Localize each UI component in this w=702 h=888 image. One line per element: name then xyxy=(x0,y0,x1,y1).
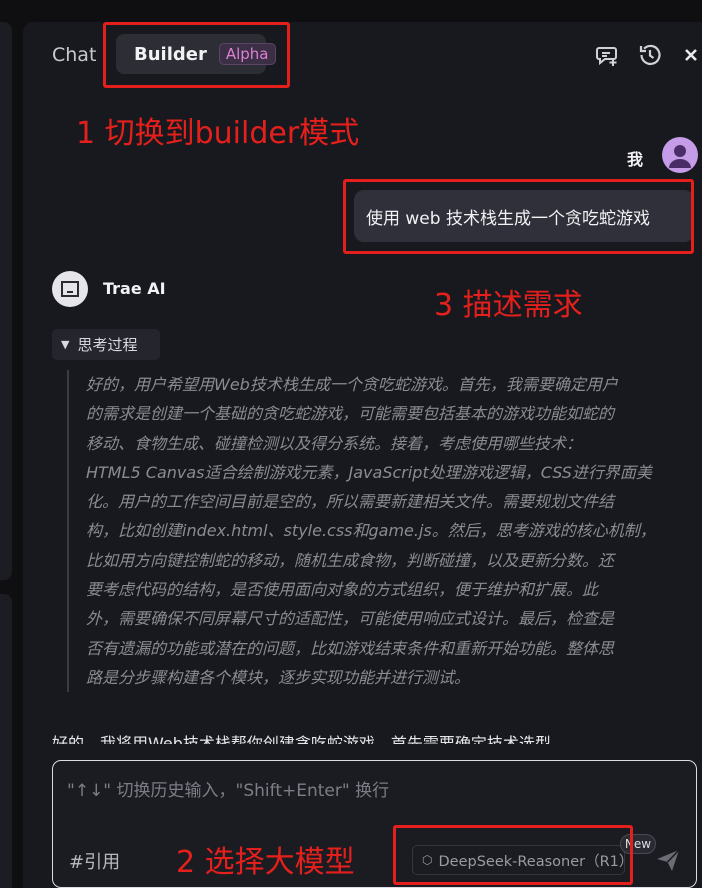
chevron-down-icon: ▼ xyxy=(61,338,70,351)
chat-input-placeholder[interactable]: "↑↓" 切换历史输入，"Shift+Enter" 换行 xyxy=(67,776,389,801)
history-icon[interactable] xyxy=(637,42,663,68)
annotation-box-request xyxy=(343,179,694,254)
thinking-label: 思考过程 xyxy=(77,336,138,354)
annotation-step3: 3 描述需求 xyxy=(434,288,583,323)
thinking-line: 化。用户的工作空间目前是空的，所以需要新建相关文件。需要规划文件结 xyxy=(86,492,615,512)
thinking-line: 否有遗漏的功能或潜在的问题，比如游戏结束条件和重新开始功能。整体思 xyxy=(86,638,615,658)
annotation-step2: 2 选择大模型 xyxy=(176,845,355,880)
user-name: 我 xyxy=(627,150,644,169)
thinking-toggle[interactable]: ▼ 思考过程 xyxy=(52,329,160,360)
close-icon[interactable] xyxy=(678,42,702,68)
thinking-content: 好的，用户希望用Web技术栈生成一个贪吃蛇游戏。首先，我需要确定用户 的需求是创… xyxy=(67,370,685,693)
thinking-line: 移动、食物生成、碰撞检测以及得分系统。接着，考虑使用哪些技术： xyxy=(86,433,583,453)
new-chat-icon[interactable] xyxy=(594,42,620,68)
thinking-line: 要考虑代码的结构，是否使用面向对象的方式组织，便于维护和扩展。此 xyxy=(86,580,599,600)
chat-panel: Chat Builder Alpha 1 切换到builder模式 我 使用 w… xyxy=(23,22,702,888)
annotation-box-model xyxy=(393,825,633,885)
tab-chat[interactable]: Chat xyxy=(52,44,96,66)
thinking-line: HTML5 Canvas适合绘制游戏元素，JavaScript处理游戏逻辑，CS… xyxy=(86,462,652,482)
thinking-line: 的需求是创建一个基础的贪吃蛇游戏，可能需要包括基本的游戏功能如蛇的 xyxy=(86,404,615,424)
reference-button[interactable]: #引用 xyxy=(69,848,120,874)
left-panel-edge xyxy=(0,22,12,580)
thinking-line: 路是分步骤构建各个模块，逐步实现功能并进行测试。 xyxy=(86,667,471,687)
ai-avatar xyxy=(52,271,88,307)
left-panel-edge-lower xyxy=(0,594,12,888)
send-icon[interactable] xyxy=(655,847,681,873)
thinking-line: 好的，用户希望用Web技术栈生成一个贪吃蛇游戏。首先，我需要确定用户 xyxy=(86,375,618,394)
answer-cutoff xyxy=(23,744,702,760)
thinking-line: 比如用方向键控制蛇的移动，随机生成食物，判断碰撞，以及更新分数。还 xyxy=(86,550,615,570)
annotation-step1: 1 切换到builder模式 xyxy=(76,116,360,151)
trae-logo-icon xyxy=(61,281,79,297)
thinking-line: 构，比如创建index.html、style.css和game.js。然后，思考… xyxy=(86,521,656,541)
thinking-line: 外，需要确保不同屏幕尺寸的适配性，可能使用响应式设计。最后，检查是 xyxy=(86,609,615,629)
user-avatar xyxy=(662,137,698,173)
annotation-box-builder xyxy=(103,22,290,88)
ai-name: Trae AI xyxy=(103,279,166,298)
